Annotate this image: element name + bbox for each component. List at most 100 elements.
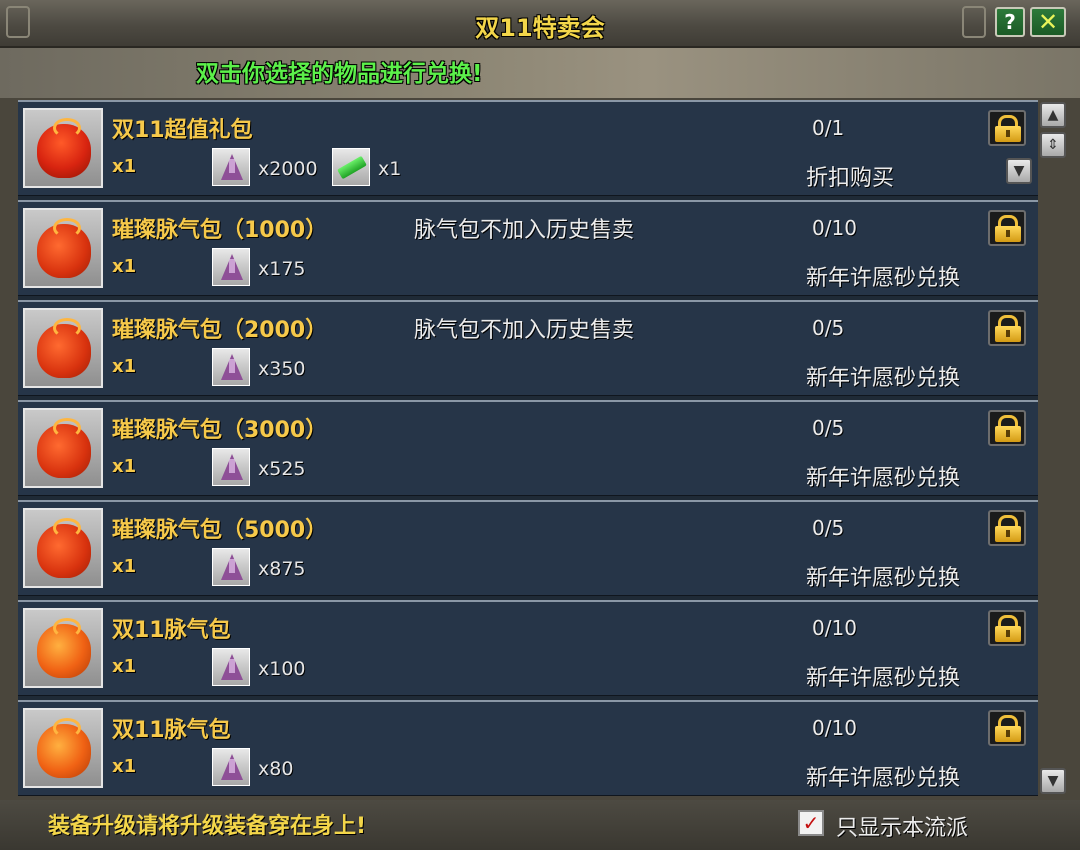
item-icon-frame[interactable] [23,708,103,788]
item-quantity: x1 [112,756,137,777]
scroll-down-button[interactable]: ▼ [1040,768,1066,794]
lock-body [995,226,1021,242]
crystal-highlight [229,259,235,273]
scroll-step-down-button[interactable]: ▼ [1006,158,1032,184]
lock-icon[interactable] [988,310,1026,346]
keyhole [1006,730,1010,737]
cost-amount: x100 [258,658,306,680]
bag-tie-icon [53,318,81,338]
purchase-limit: 0/10 [812,716,857,740]
item-icon-frame[interactable] [23,608,103,688]
keyhole [1006,130,1010,137]
jade-shape [337,155,367,180]
cost-amount: x350 [258,358,306,380]
keyhole [1006,330,1010,337]
bag-tie-icon [53,618,81,638]
cost-amount: x175 [258,258,306,280]
lock-body [995,426,1021,442]
crystal-highlight [229,559,235,573]
instruction-text: 双击你选择的物品进行兑换! [196,61,483,87]
item-name: 双11脉气包 [112,618,231,643]
crystal-highlight [229,659,235,673]
lock-body [995,526,1021,542]
filter-checkbox[interactable]: ✓ [798,810,824,836]
exchange-method: 新年许愿砂兑换 [806,766,961,791]
item-row[interactable]: 璀璨脉气包（1000） x1 x175 脉气包不加入历史售卖 0/10 新年许愿砂兑换 [18,200,1038,296]
cost-amount: x2000 [258,158,318,180]
item-row[interactable]: 双11脉气包 x1 x100 0/10 新年许愿砂兑换 [18,600,1038,696]
crystal-highlight [229,159,235,173]
item-row[interactable]: 双11超值礼包 x1 x2000 x1 0/1 折扣购买 [18,100,1038,196]
lock-icon[interactable] [988,410,1026,446]
lock-icon[interactable] [988,210,1026,246]
keyhole [1006,230,1010,237]
item-quantity: x1 [112,356,137,377]
keyhole [1006,430,1010,437]
item-name: 璀璨脉气包（3000） [112,418,328,443]
purchase-limit: 0/10 [812,616,857,640]
crystal-icon [212,748,250,786]
item-name: 璀璨脉气包（5000） [112,518,328,543]
crystal-highlight [229,359,235,373]
keyhole [1006,530,1010,537]
item-note: 脉气包不加入历史售卖 [414,318,635,343]
crystal-icon [212,148,250,186]
item-row[interactable]: 璀璨脉气包（2000） x1 x350 脉气包不加入历史售卖 0/5 新年许愿砂兑换 [18,300,1038,396]
item-icon-frame[interactable] [23,108,103,188]
crystal-highlight [229,459,235,473]
item-icon-frame[interactable] [23,508,103,588]
footer-note: 装备升级请将升级装备穿在身上! [48,814,367,839]
item-quantity: x1 [112,556,137,577]
window-title: 双11特卖会 [475,14,605,42]
item-name: 璀璨脉气包（1000） [112,218,328,243]
scroll-up-button[interactable]: ▲ [1040,102,1066,128]
lock-body [995,726,1021,742]
help-button[interactable]: ? [995,7,1025,37]
bag-tie-icon [53,718,81,738]
item-name: 双11脉气包 [112,718,231,743]
bag-tie-icon [53,418,81,438]
exchange-method: 新年许愿砂兑换 [806,366,961,391]
item-icon-frame[interactable] [23,208,103,288]
filter-label[interactable]: 只显示本流派 [836,810,968,842]
keyhole [1006,630,1010,637]
item-quantity: x1 [112,656,137,677]
lock-body [995,126,1021,142]
item-row[interactable]: 璀璨脉气包（5000） x1 x875 0/5 新年许愿砂兑换 [18,500,1038,596]
close-button[interactable]: ✕ [1030,7,1066,37]
cost-amount: x80 [258,758,294,780]
crystal-icon [212,548,250,586]
scroll-page-button[interactable]: ⇕ [1040,132,1066,158]
exchange-method: 新年许愿砂兑换 [806,266,961,291]
cost-amount: x875 [258,558,306,580]
item-name: 璀璨脉气包（2000） [112,318,328,343]
bag-tie-icon [53,518,81,538]
item-row[interactable]: 璀璨脉气包（3000） x1 x525 0/5 新年许愿砂兑换 [18,400,1038,496]
item-row[interactable]: 双11脉气包 x1 x80 0/10 新年许愿砂兑换 [18,700,1038,796]
banner-background [0,48,1080,98]
item-icon-frame[interactable] [23,408,103,488]
cost-amount: x1 [378,158,402,180]
lock-icon[interactable] [988,610,1026,646]
item-note: 脉气包不加入历史售卖 [414,218,635,243]
lock-icon[interactable] [988,510,1026,546]
crystal-icon [212,248,250,286]
exchange-method: 折扣购买 [806,166,895,191]
item-quantity: x1 [112,456,137,477]
crystal-icon [212,348,250,386]
title-corner-right [962,6,986,38]
purchase-limit: 0/5 [812,516,845,540]
item-name: 双11超值礼包 [112,118,253,143]
item-icon-frame[interactable] [23,308,103,388]
item-quantity: x1 [112,256,137,277]
lock-body [995,326,1021,342]
lock-icon[interactable] [988,110,1026,146]
purchase-limit: 0/1 [812,116,845,140]
purchase-limit: 0/10 [812,216,857,240]
cost-amount: x525 [258,458,306,480]
bag-tie-icon [53,118,81,138]
lock-icon[interactable] [988,710,1026,746]
item-list[interactable]: 双11超值礼包 x1 x2000 x1 0/1 折扣购买璀璨脉气包（1000） x1 x175… [18,100,1038,796]
title-bar[interactable]: 双11特卖会 ? ✕ [0,0,1080,48]
crystal-icon [212,648,250,686]
